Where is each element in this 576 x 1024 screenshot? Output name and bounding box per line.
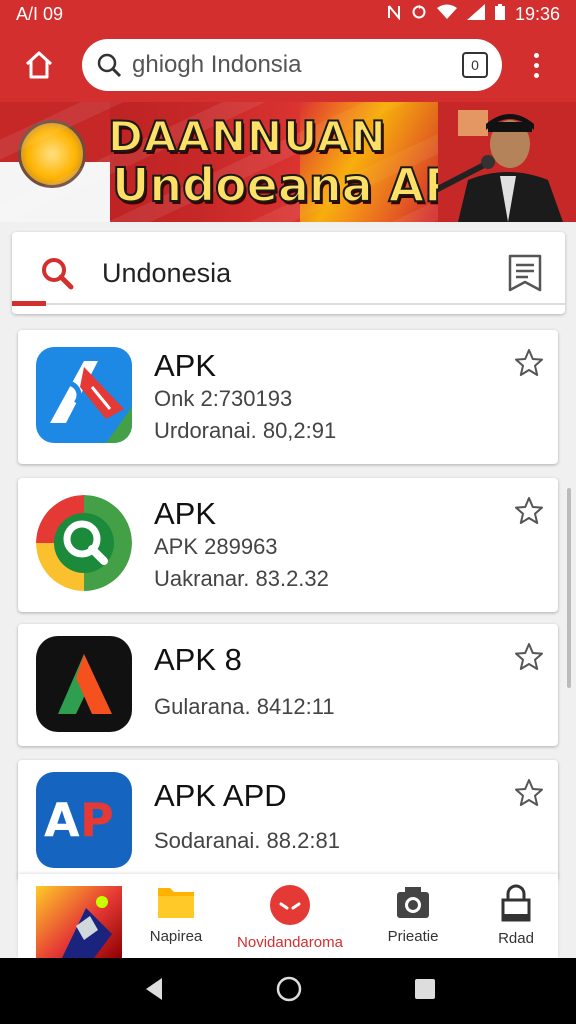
nav-label: Prieatie — [387, 928, 439, 945]
app-title: APK 8 — [154, 642, 242, 677]
green-orange-a-icon — [36, 636, 132, 732]
home-icon — [25, 51, 53, 79]
app-subtitle: APK 289963 — [154, 534, 278, 559]
svg-text:P: P — [80, 793, 114, 847]
app-meta: Urdoranai. 80,2:91 — [154, 418, 337, 443]
star-icon[interactable] — [514, 778, 544, 808]
menu-dot — [533, 72, 539, 78]
promo-banner[interactable]: DAANNUAN Undoeana APD! — [0, 102, 576, 222]
banner-headline: DAANNUAN — [107, 111, 387, 162]
url-text: ghiogh Indonsia — [132, 51, 302, 78]
app-meta: Gularana. 8412:11 — [154, 694, 335, 719]
search-active-indicator — [12, 301, 46, 306]
svg-text:A: A — [44, 793, 80, 847]
promo-thumbnail[interactable] — [36, 886, 122, 958]
app-result-card[interactable]: APK Onk 2:730193 Urdoranai. 80,2:91 — [18, 330, 558, 464]
app-result-card[interactable]: A P APK APD Sodaranai. 88.2:81 — [18, 760, 558, 880]
wifi-icon — [436, 4, 457, 24]
search-query[interactable]: Undonesia — [102, 258, 507, 289]
search-divider — [46, 303, 565, 305]
app-title: APK APD — [154, 778, 287, 813]
home-circle-icon[interactable] — [276, 976, 302, 1002]
nav-item-novidandaroma[interactable]: Novidandaroma — [230, 884, 350, 954]
google-style-g-icon — [36, 495, 132, 591]
menu-dot — [533, 62, 539, 68]
home-button[interactable] — [14, 40, 64, 90]
menu-dot — [533, 52, 539, 58]
nfc-icon — [387, 4, 401, 24]
system-navigation-bar — [0, 958, 576, 1024]
tab-count: 0 — [471, 57, 479, 73]
status-time: 19:36 — [514, 3, 560, 24]
sync-icon — [411, 4, 427, 24]
app-subtitle: Onk 2:730193 — [154, 386, 293, 411]
app-title: APK — [154, 496, 217, 531]
nav-item-rdad[interactable]: Rdad — [456, 884, 576, 954]
app-title: APK — [154, 348, 217, 383]
reader-list-icon[interactable] — [507, 253, 543, 293]
app-meta: Sodaranai. 88.2:81 — [154, 828, 340, 853]
camera-icon — [397, 887, 429, 918]
app-meta: Uakranar. 83.2.32 — [154, 566, 329, 591]
star-icon[interactable] — [514, 642, 544, 672]
overflow-menu-button[interactable] — [524, 45, 548, 85]
star-icon[interactable] — [514, 348, 544, 378]
status-left-text: A/I 09 — [16, 3, 64, 24]
browser-toolbar: ghiogh Indonsia 0 — [0, 28, 576, 102]
speaker-photo — [438, 102, 576, 222]
search-icon — [42, 258, 74, 290]
search-card[interactable]: Undonesia — [12, 232, 565, 314]
nav-label: Novidandaroma — [237, 934, 343, 951]
recents-icon[interactable] — [414, 978, 436, 1000]
tab-switcher-button[interactable]: 0 — [462, 52, 488, 78]
signal-icon — [466, 4, 485, 24]
nav-item-prieatie[interactable]: Prieatie — [353, 884, 473, 954]
battery-icon — [494, 4, 505, 24]
nav-item-napirea[interactable]: Napirea — [116, 884, 236, 954]
back-icon[interactable] — [144, 976, 164, 1002]
nav-label: Rdad — [498, 930, 534, 947]
nav-label: Napirea — [149, 928, 203, 945]
search-icon — [97, 53, 122, 78]
red-circle-icon — [270, 885, 310, 925]
bottom-navigation: Napirea Novidandaroma Prieatie Rdad — [18, 874, 558, 958]
lock-icon — [501, 884, 531, 922]
scrollbar[interactable] — [567, 488, 571, 688]
ap-logo-icon: A P — [36, 772, 132, 868]
status-bar: A/I 09 19:36 — [0, 0, 576, 28]
app-result-card[interactable]: APK 8 Gularana. 8412:11 — [18, 624, 558, 746]
status-icons: 19:36 — [387, 4, 560, 25]
folder-icon — [158, 888, 194, 918]
star-icon[interactable] — [514, 496, 544, 526]
blue-red-chevron-icon — [36, 347, 132, 443]
url-bar[interactable]: ghiogh Indonsia 0 — [82, 39, 502, 91]
app-result-card[interactable]: APK APK 289963 Uakranar. 83.2.32 — [18, 478, 558, 612]
